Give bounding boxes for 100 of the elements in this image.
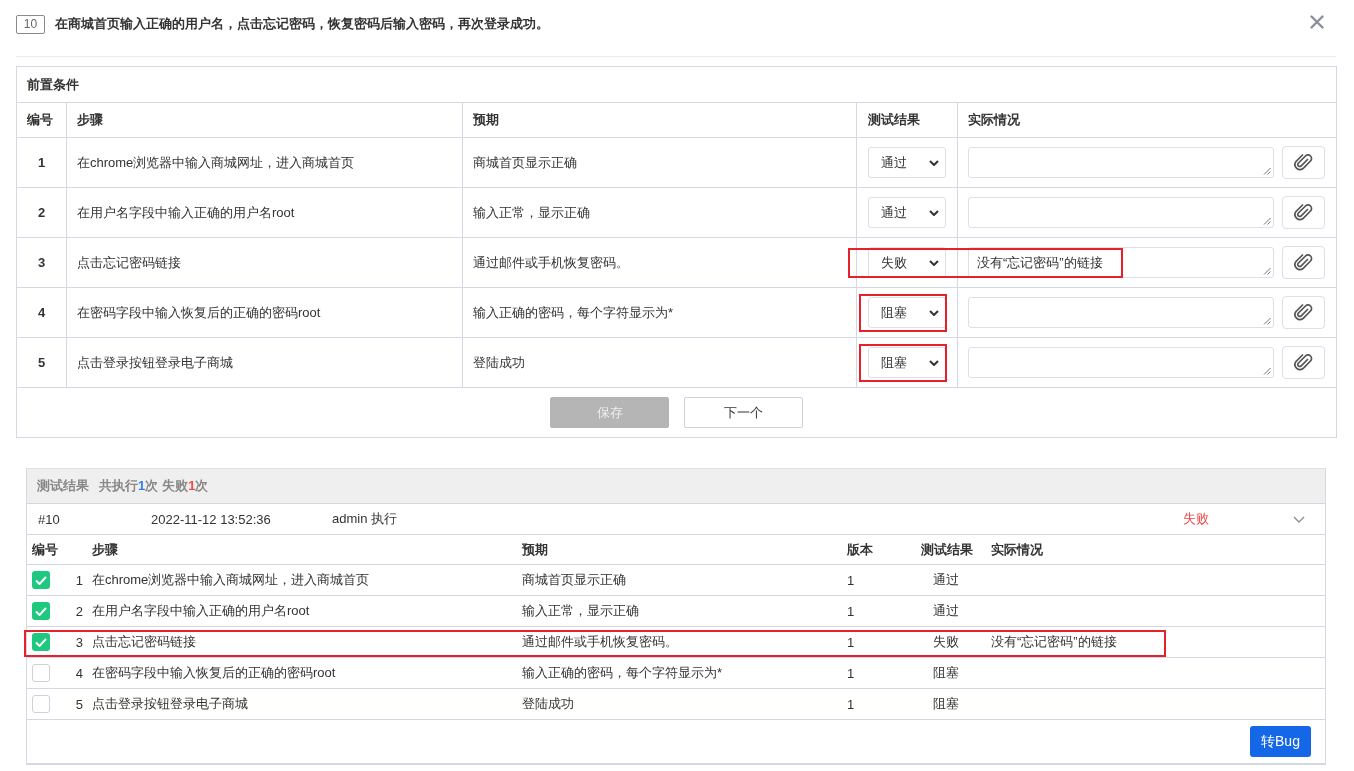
column-header: 编号 — [16, 102, 67, 138]
table-cell-text: 在密码字段中输入恢复后的正确的密码root — [91, 664, 337, 682]
checkbox[interactable] — [32, 571, 50, 589]
chevron-down-icon — [929, 309, 939, 316]
step-number: 4 — [75, 665, 83, 681]
step-number: 5 — [75, 696, 83, 712]
table-cell: 通过邮件或手机恢复密码。 — [462, 237, 857, 288]
resize-grip-icon — [1263, 167, 1271, 175]
table-cell: 输入正确的密码，每个字符显示为* — [462, 287, 857, 338]
column-header: 编号 — [31, 540, 59, 559]
chevron-down-icon — [929, 209, 939, 216]
results-title: 测试结果 — [37, 477, 89, 495]
resize-grip-icon — [1263, 317, 1271, 325]
table-cell: 点击登录按钮登录电子商城 — [66, 337, 463, 388]
column-header: 步骤 — [91, 540, 119, 559]
preconditions-label: 前置条件 — [16, 66, 1337, 103]
checkbox[interactable] — [32, 695, 50, 713]
table-cell-text: 1 — [847, 634, 856, 650]
resize-grip-icon — [1263, 267, 1271, 275]
step-number: 3 — [75, 634, 83, 650]
column-header: 步骤 — [66, 102, 463, 138]
column-header: 测试结果 — [856, 102, 958, 138]
step-number: 1 — [75, 572, 83, 588]
result-select[interactable]: 阻塞 — [868, 297, 946, 328]
table-cell: 商城首页显示正确 — [462, 137, 857, 188]
chevron-down-icon — [929, 259, 939, 266]
table-cell-text: 1 — [847, 696, 856, 712]
table-cell: 3 — [16, 237, 67, 288]
paperclip-icon — [1293, 152, 1314, 173]
table-cell-text: 输入正常，显示正确 — [522, 602, 640, 620]
resize-grip-icon — [1263, 367, 1271, 375]
attach-button[interactable] — [1282, 196, 1325, 229]
table-cell-text: 通过邮件或手机恢复密码。 — [522, 633, 679, 651]
table-cell: 1 — [16, 137, 67, 188]
chevron-down-icon — [929, 159, 939, 166]
column-header: 预期 — [462, 102, 857, 138]
table-cell: 4 — [16, 287, 67, 338]
paperclip-icon — [1293, 252, 1314, 273]
paperclip-icon — [1293, 302, 1314, 323]
actual-result-field[interactable] — [968, 147, 1274, 178]
table-cell-text: 1 — [847, 603, 856, 619]
result-select[interactable]: 通过 — [868, 197, 946, 228]
paperclip-icon — [1293, 352, 1314, 373]
table-cell-text: 通过 — [932, 602, 960, 620]
next-button[interactable]: 下一个 — [684, 397, 803, 428]
checkbox[interactable] — [32, 633, 50, 651]
run-time: 2022-11-12 13:52:36 — [151, 511, 272, 527]
table-cell: 2 — [16, 187, 67, 238]
table-cell-text: 阻塞 — [932, 664, 960, 682]
run-executor: admin 执行 — [332, 510, 399, 528]
close-icon[interactable] — [1310, 15, 1324, 29]
chevron-down-icon[interactable] — [1293, 515, 1305, 523]
case-title: 在商城首页输入正确的用户名，点击忘记密码，恢复密码后输入密码，再次登录成功。 — [55, 15, 549, 33]
table-cell-text: 输入正确的密码，每个字符显示为* — [522, 664, 724, 682]
table-cell: 点击忘记密码链接 — [66, 237, 463, 288]
case-number-badge: 10 — [16, 14, 45, 34]
attach-button[interactable] — [1282, 246, 1325, 279]
table-cell: 在用户名字段中输入正确的用户名root — [66, 187, 463, 238]
check-icon — [35, 637, 47, 647]
column-header: 版本 — [847, 540, 874, 559]
result-select[interactable]: 通过 — [868, 147, 946, 178]
checkbox[interactable] — [32, 602, 50, 620]
table-cell-text: 点击忘记密码链接 — [91, 633, 197, 651]
attach-button[interactable] — [1282, 146, 1325, 179]
table-cell: 5 — [16, 337, 67, 388]
table-cell-text: 阻塞 — [932, 695, 960, 713]
table-cell-text: 1 — [847, 665, 856, 681]
step-number: 2 — [75, 603, 83, 619]
table-cell-text: 通过 — [932, 571, 960, 589]
table-cell-text: 在chrome浏览器中输入商城网址，进入商城首页 — [91, 571, 371, 589]
actual-result-field[interactable] — [968, 347, 1274, 378]
run-id: #10 — [38, 511, 61, 527]
checkbox[interactable] — [32, 664, 50, 682]
column-header: 预期 — [522, 540, 549, 559]
result-select[interactable]: 阻塞 — [868, 347, 946, 378]
table-cell-text: 点击登录按钮登录电子商城 — [91, 695, 249, 713]
table-cell-text: 没有“忘记密码”的链接 — [991, 633, 1118, 651]
chevron-down-icon — [929, 359, 939, 366]
actual-result-field[interactable] — [968, 297, 1274, 328]
attach-button[interactable] — [1282, 346, 1325, 379]
table-cell-text: 失败 — [932, 633, 960, 651]
run-status: 失败 — [1183, 510, 1209, 528]
check-icon — [35, 606, 47, 616]
actual-result-field[interactable]: 没有“忘记密码”的链接 — [968, 247, 1274, 278]
table-cell: 输入正常，显示正确 — [462, 187, 857, 238]
column-header: 测试结果 — [921, 540, 974, 559]
table-cell-text: 商城首页显示正确 — [522, 571, 627, 589]
attach-button[interactable] — [1282, 296, 1325, 329]
table-cell-text: 登陆成功 — [522, 695, 575, 713]
column-header: 实际情况 — [957, 102, 1337, 138]
to-bug-button[interactable]: 转Bug — [1250, 726, 1311, 757]
stat-text: 失败1次 — [162, 477, 209, 495]
paperclip-icon — [1293, 202, 1314, 223]
table-cell-text: 在用户名字段中输入正确的用户名root — [91, 602, 311, 620]
table-cell: 在chrome浏览器中输入商城网址，进入商城首页 — [66, 137, 463, 188]
actual-result-field[interactable] — [968, 197, 1274, 228]
resize-grip-icon — [1263, 217, 1271, 225]
table-cell-text: 1 — [847, 572, 856, 588]
table-cell: 登陆成功 — [462, 337, 857, 388]
column-header: 实际情况 — [991, 540, 1044, 559]
